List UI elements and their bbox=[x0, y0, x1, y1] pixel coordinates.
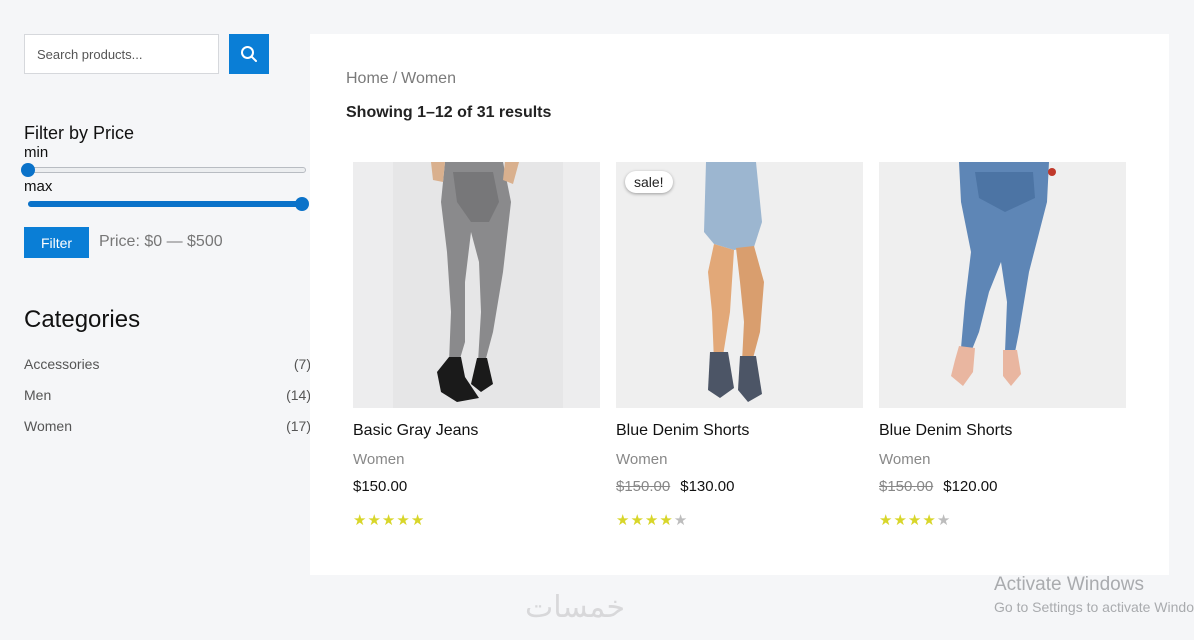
main-content: Home / Women Showing 1–12 of 31 results Ba… bbox=[310, 34, 1169, 575]
activate-windows-subtitle: Go to Settings to activate Windows. bbox=[994, 599, 1194, 615]
product-current-price: $130.00 bbox=[680, 478, 735, 495]
category-list: Accessories (7) Men (14) Women (17) bbox=[24, 356, 311, 449]
star-filled-icon: ★ bbox=[381, 512, 396, 529]
product-category: Women bbox=[879, 451, 931, 468]
star-filled-icon: ★ bbox=[879, 512, 893, 529]
category-item-men[interactable]: Men (14) bbox=[24, 387, 311, 418]
site-watermark-logo: خمسات bbox=[525, 590, 626, 625]
max-slider-thumb[interactable] bbox=[295, 197, 309, 211]
category-label[interactable]: Accessories bbox=[24, 356, 99, 387]
sale-badge: sale! bbox=[625, 171, 673, 193]
denim-shorts-image[interactable]: sale! bbox=[616, 162, 863, 408]
search-input[interactable] bbox=[24, 34, 219, 74]
star-filled-icon: ★ bbox=[922, 512, 936, 529]
product-rating: ★ ★ ★ ★ ★ bbox=[616, 513, 863, 528]
product-price: $150.00 $130.00 bbox=[616, 478, 863, 495]
star-filled-icon: ★ bbox=[396, 512, 410, 529]
search-button[interactable] bbox=[229, 34, 269, 74]
result-count: Showing 1–12 of 31 results bbox=[346, 104, 552, 121]
star-empty-icon: ★ bbox=[936, 512, 951, 529]
star-filled-icon: ★ bbox=[630, 512, 644, 529]
search-icon bbox=[241, 46, 257, 62]
category-label[interactable]: Women bbox=[24, 418, 72, 449]
breadcrumb-home[interactable]: Home bbox=[346, 70, 389, 87]
category-count: (7) bbox=[293, 356, 311, 372]
product-current-price: $150.00 bbox=[353, 478, 408, 495]
product-name[interactable]: Blue Denim Shorts bbox=[879, 422, 1126, 440]
max-label: max bbox=[24, 178, 53, 195]
product-photo bbox=[353, 162, 600, 408]
product-card[interactable]: sale! Blue Denim Shorts Women $150.00 $13… bbox=[616, 162, 863, 528]
star-filled-icon: ★ bbox=[410, 512, 425, 529]
categories-title: Categories bbox=[24, 306, 141, 333]
product-photo bbox=[616, 162, 863, 408]
product-price: $150.00 bbox=[353, 478, 600, 495]
breadcrumb: Home / Women bbox=[346, 70, 456, 88]
product-category: Women bbox=[353, 451, 405, 468]
category-item-women[interactable]: Women (17) bbox=[24, 418, 311, 449]
product-name[interactable]: Basic Gray Jeans bbox=[353, 422, 600, 440]
star-filled-icon: ★ bbox=[353, 512, 367, 529]
star-empty-icon: ★ bbox=[673, 512, 688, 529]
star-filled-icon: ★ bbox=[659, 512, 673, 529]
slider-track bbox=[28, 167, 306, 173]
product-name[interactable]: Blue Denim Shorts bbox=[616, 422, 863, 440]
star-filled-icon: ★ bbox=[616, 512, 630, 529]
category-item-accessories[interactable]: Accessories (7) bbox=[24, 356, 311, 387]
category-count: (14) bbox=[286, 387, 311, 403]
shop-page: Filter by Price min max Filter Price: $0… bbox=[0, 0, 1194, 640]
activate-windows-title: Activate Windows bbox=[994, 574, 1144, 595]
category-label[interactable]: Men bbox=[24, 387, 51, 418]
product-price: $150.00 $120.00 bbox=[879, 478, 1126, 495]
filter-button[interactable]: Filter bbox=[24, 227, 89, 258]
product-old-price: $150.00 bbox=[879, 478, 934, 495]
star-filled-icon: ★ bbox=[367, 512, 381, 529]
product-category: Women bbox=[616, 451, 668, 468]
search-form bbox=[24, 34, 269, 74]
product-photo bbox=[879, 162, 1126, 408]
product-card[interactable]: Basic Gray Jeans Women $150.00 ★ ★ ★ ★ ★ bbox=[353, 162, 600, 528]
slider-fill bbox=[28, 201, 306, 207]
product-rating: ★ ★ ★ ★ ★ bbox=[353, 513, 600, 528]
breadcrumb-current: Women bbox=[401, 70, 456, 87]
blue-jeans-image[interactable] bbox=[879, 162, 1126, 408]
min-slider-thumb[interactable] bbox=[21, 163, 35, 177]
price-range-text: Price: $0 — $500 bbox=[99, 233, 223, 250]
breadcrumb-separator: / bbox=[392, 70, 398, 87]
product-current-price: $120.00 bbox=[943, 478, 998, 495]
star-filled-icon: ★ bbox=[907, 512, 922, 529]
min-label: min bbox=[24, 144, 49, 161]
min-price-slider[interactable] bbox=[21, 162, 310, 178]
gray-jeans-image[interactable] bbox=[353, 162, 600, 408]
product-card[interactable]: Blue Denim Shorts Women $150.00 $120.00 ★… bbox=[879, 162, 1126, 528]
product-old-price: $150.00 bbox=[616, 478, 671, 495]
price-filter-title: Filter by Price bbox=[24, 123, 135, 143]
product-rating: ★ ★ ★ ★ ★ bbox=[879, 513, 1126, 528]
category-count: (17) bbox=[286, 418, 311, 434]
max-price-slider[interactable] bbox=[24, 196, 310, 212]
star-filled-icon: ★ bbox=[893, 512, 907, 529]
star-filled-icon: ★ bbox=[644, 512, 659, 529]
